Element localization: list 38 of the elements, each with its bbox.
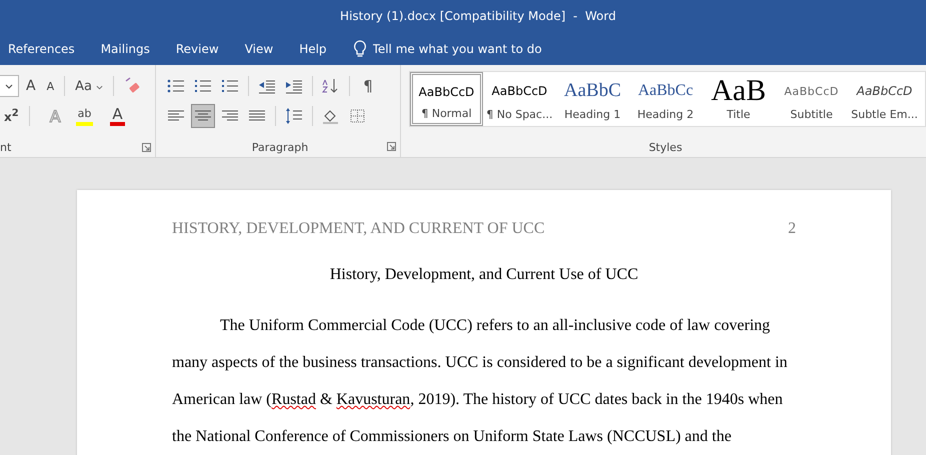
ribbon-tab[interactable]: References [0, 42, 83, 56]
superscript-button[interactable]: x$^{2}$ [0, 105, 23, 127]
ribbon-tab[interactable]: Help [291, 42, 335, 56]
bullets-icon [167, 78, 185, 94]
spacing-icon [285, 108, 303, 124]
ribbon-tab[interactable]: Mailings [92, 42, 158, 56]
shading-icon [322, 108, 340, 124]
borders-icon [349, 108, 367, 124]
font-color-button[interactable]: A [110, 106, 125, 126]
center-button[interactable] [191, 104, 215, 128]
change-case-button[interactable]: Aa [71, 75, 108, 97]
ribbon-tab[interactable]: View [236, 42, 282, 56]
numbering-icon [194, 78, 212, 94]
caret-icon [96, 84, 104, 90]
show-marks-button[interactable]: ¶ [356, 74, 380, 98]
ribbon-tab[interactable]: Review [168, 42, 227, 56]
shrink-font-button[interactable]: A [42, 75, 58, 97]
highlight-button[interactable]: ab [76, 106, 94, 126]
dialog-launcher-icon[interactable] [142, 142, 151, 152]
lightbulb-icon [352, 40, 367, 58]
outdent-icon [258, 78, 276, 94]
window-title: History (1).docx [Compatibility Mode] - Word [340, 9, 616, 23]
document-title: History, Development, and Current Use of UCC [328, 266, 640, 284]
style-item[interactable]: AaBbCcD ¶ Normal [410, 72, 483, 126]
group-label: nt [0, 140, 12, 154]
dialog-launcher-icon[interactable] [387, 142, 396, 151]
body-paragraph: The Uniform Commercial Code (UCC) refers to an all-inclusive code of law covering many aspects of the business transactions. UCC is considered to be a significant development in American law (Rustad & Kavusturan, 2019). The history of UCC dates back in the 1940s when the National Conference of Commissioners on Uniform State Laws (NCCUSL) and the [172, 316, 788, 447]
grow-font-button[interactable]: A [22, 75, 40, 97]
caret-icon [5, 84, 13, 88]
page-number: 2 [788, 220, 796, 238]
tell-me-field[interactable]: Tell me what you want to do [372, 42, 573, 56]
font-size-dropdown[interactable] [0, 75, 19, 97]
multilevel-icon [221, 78, 239, 94]
indent-icon [285, 78, 303, 94]
group-label: Paragraph [252, 140, 308, 154]
running-header: HISTORY, DEVELOPMENT, AND CURRENT OF UCC [172, 220, 545, 238]
sort-icon [322, 78, 340, 94]
group-label: Styles [648, 140, 682, 154]
